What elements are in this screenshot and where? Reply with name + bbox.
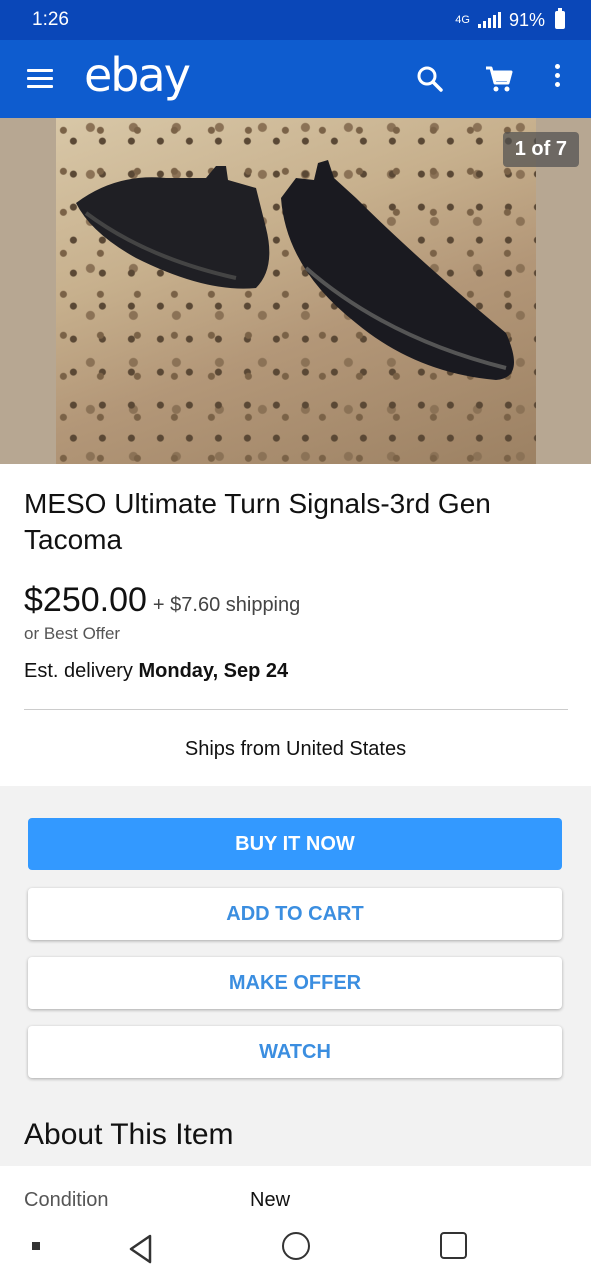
back-icon[interactable] (126, 1232, 156, 1266)
price-row: $250.00 + $7.60 shipping (24, 581, 300, 620)
make-offer-button[interactable]: MAKE OFFER (28, 957, 562, 1009)
signal-icon (477, 12, 501, 28)
status-indicators: 4G 91% (455, 8, 565, 31)
item-photo[interactable] (56, 118, 536, 464)
item-title: MESO Ultimate Turn Signals-3rd Gen Tacom… (24, 488, 491, 555)
product-image (76, 160, 514, 380)
delivery-date: Monday, Sep 24 (138, 660, 289, 682)
watch-button[interactable]: WATCH (28, 1026, 562, 1078)
home-icon[interactable] (282, 1232, 310, 1260)
item-summary-card: MESO Ultimate Turn Signals-3rd Gen Tacom… (0, 464, 591, 786)
divider (24, 709, 568, 710)
condition-value: New (250, 1189, 291, 1211)
item-price: $250.00 (24, 581, 147, 619)
cart-icon[interactable] (484, 64, 514, 94)
system-nav-bar (0, 1222, 591, 1280)
app-bar: ebay (0, 40, 591, 118)
add-to-cart-button[interactable]: ADD TO CART (28, 888, 562, 940)
shipping-cost: + $7.60 shipping (152, 594, 301, 616)
battery-icon (555, 8, 565, 29)
status-bar: 1:26 4G 91% (0, 0, 591, 40)
condition-label: Condition (24, 1189, 109, 1211)
best-offer-label: or Best Offer (24, 624, 121, 643)
item-image-gallery[interactable]: 1 of 7 (0, 118, 591, 464)
recent-apps-icon[interactable] (440, 1232, 467, 1259)
image-counter-badge: 1 of 7 (502, 132, 579, 167)
menu-icon[interactable] (27, 69, 53, 89)
ships-from: Ships from United States (184, 738, 407, 760)
condition-row: Condition New (0, 1166, 591, 1226)
delivery-prefix: Est. delivery (24, 660, 133, 682)
more-options-icon[interactable] (551, 64, 563, 94)
ebay-logo[interactable]: ebay (84, 48, 191, 102)
about-item-heading: About This Item (24, 1118, 234, 1151)
nav-indicator-icon (32, 1242, 40, 1250)
estimated-delivery: Est. delivery Monday, Sep 24 (24, 660, 288, 683)
buy-it-now-button[interactable]: BUY IT NOW (28, 818, 562, 870)
search-icon[interactable] (416, 65, 444, 93)
battery-percent: 91% (508, 9, 545, 30)
status-time: 1:26 (32, 9, 69, 30)
network-type: 4G (455, 14, 470, 26)
